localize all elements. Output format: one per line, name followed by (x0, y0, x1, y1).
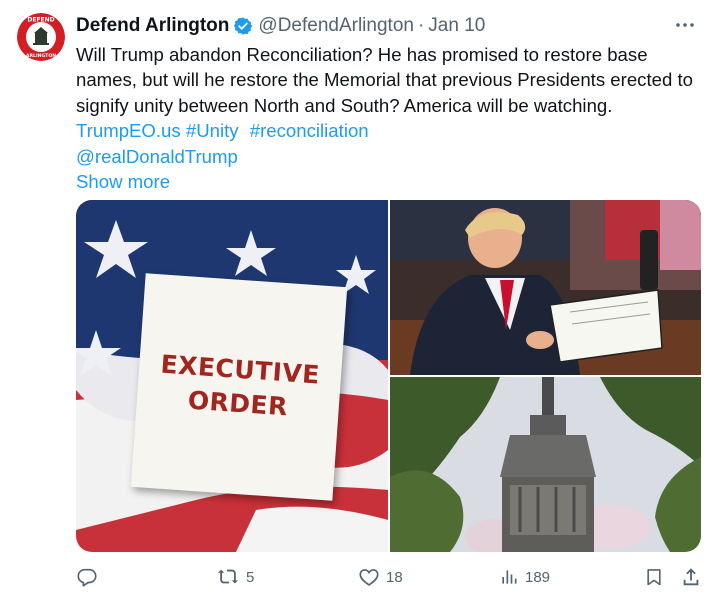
tweet-header: Defend Arlington @DefendArlington · Jan … (76, 13, 485, 39)
card-line-2: ORDER (186, 385, 289, 422)
card-line-1: EXECUTIVE (159, 349, 321, 390)
like-count: 18 (386, 568, 403, 586)
share-icon (680, 566, 702, 588)
reply-icon (76, 566, 98, 588)
avatar-text-bottom: ARLINGTON (26, 53, 56, 59)
executive-order-image[interactable]: EXECUTIVE ORDER (76, 200, 388, 552)
memorial-photo[interactable] (390, 377, 701, 552)
executive-order-card: EXECUTIVE ORDER (130, 273, 348, 501)
avatar-logo: DEFEND ARLINGTON (17, 13, 65, 61)
verified-badge-icon[interactable] (233, 16, 253, 36)
like-button[interactable]: 18 (358, 566, 403, 588)
mention-realdonaldtrump[interactable]: @realDonaldTrump (76, 146, 238, 167)
reply-button[interactable] (76, 566, 104, 588)
display-name[interactable]: Defend Arlington (76, 15, 229, 37)
retweet-count: 5 (246, 568, 255, 586)
media-grid: EXECUTIVE ORDER (76, 200, 701, 552)
retweet-icon (216, 566, 240, 588)
separator-dot: · (417, 15, 425, 36)
avatar-text-top: DEFEND (27, 17, 54, 24)
bookmark-button[interactable] (644, 566, 664, 588)
tweet-text: Will Trump abandon Reconciliation? He ha… (76, 44, 693, 116)
tweet-body: Will Trump abandon Reconciliation? He ha… (76, 42, 706, 194)
views-count: 189 (525, 568, 551, 586)
action-bar: 5 18 189 (76, 566, 706, 594)
signing-photo[interactable] (390, 200, 701, 375)
handle[interactable]: @DefendArlington (258, 15, 414, 37)
like-icon (358, 566, 380, 588)
more-icon[interactable] (674, 14, 696, 42)
views-icon (499, 566, 519, 588)
tweet-date[interactable]: Jan 10 (428, 15, 485, 37)
hashtag-unity[interactable]: #Unity (186, 120, 239, 141)
tweet: DEFEND ARLINGTON Defend Arlington @Defen… (0, 0, 720, 607)
link-trumpeo[interactable]: TrumpEO.us (76, 120, 181, 141)
bookmark-icon (644, 566, 664, 588)
tweet-links-line: TrumpEO.us #Unity #reconciliation (76, 118, 706, 143)
views-button[interactable]: 189 (499, 566, 550, 588)
mention-line: @realDonaldTrump (76, 144, 706, 169)
show-more-link[interactable]: Show more (76, 169, 170, 194)
hashtag-reconciliation[interactable]: #reconciliation (250, 120, 369, 141)
retweet-button[interactable]: 5 (216, 566, 254, 588)
avatar[interactable]: DEFEND ARLINGTON (17, 13, 65, 61)
share-button[interactable] (680, 566, 702, 588)
